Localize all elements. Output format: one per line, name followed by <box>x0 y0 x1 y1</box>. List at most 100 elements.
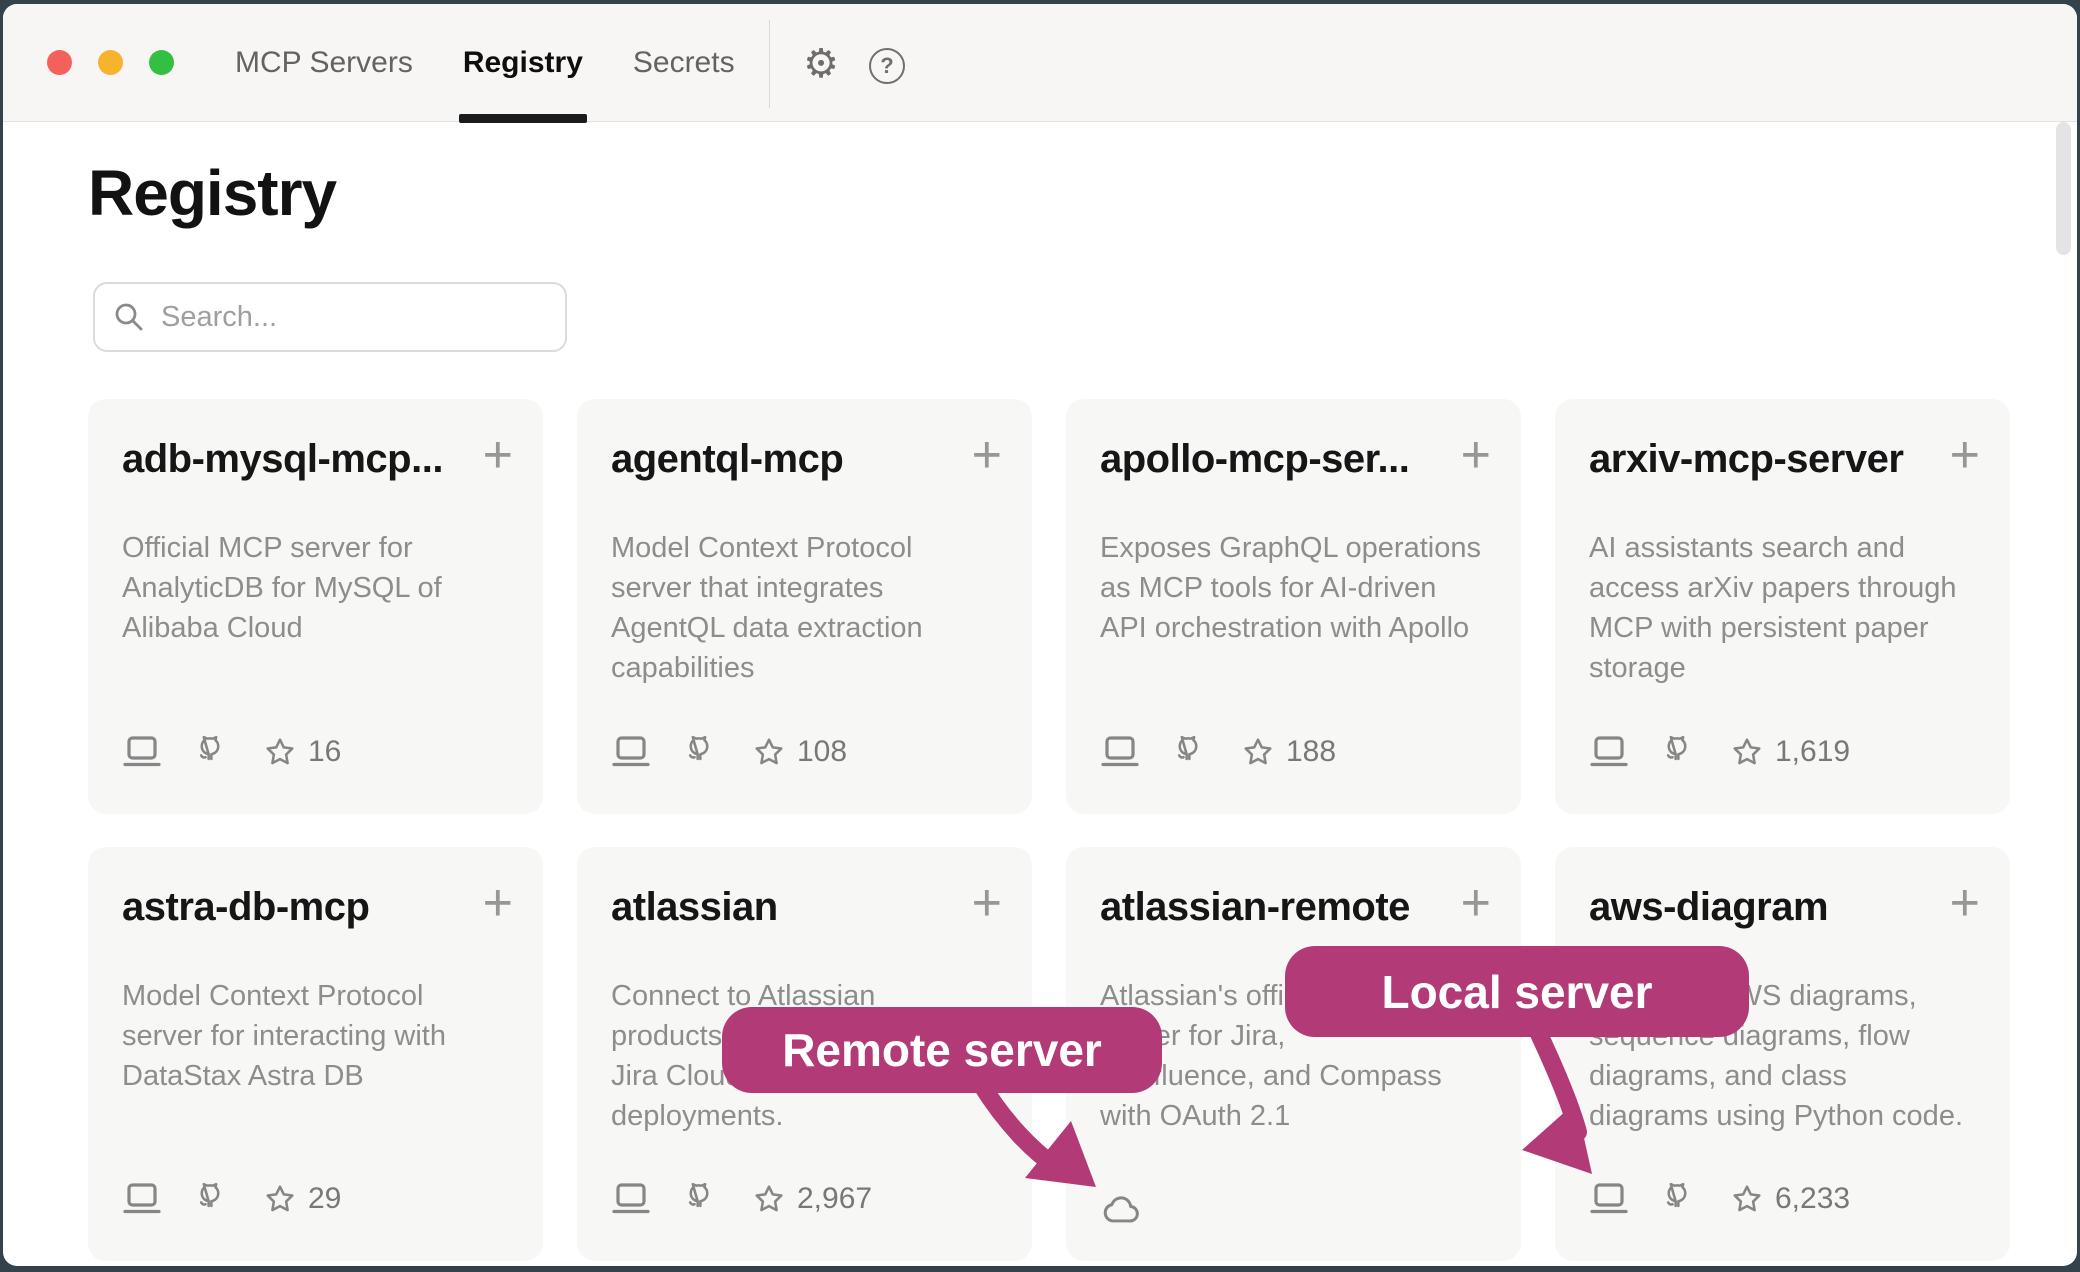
description-line: capabilities <box>611 648 1002 688</box>
search-input[interactable] <box>161 301 541 334</box>
local-server-callout: Local server <box>1285 946 1749 1037</box>
page-title: Registry <box>88 156 336 230</box>
laptop-icon <box>122 735 162 769</box>
description-line: AI assistants search and <box>1589 528 1980 568</box>
star-icon <box>1731 736 1763 768</box>
app-window: MCP Servers Registry Secrets ⚙ ? Registr… <box>3 4 2077 1266</box>
star-icon <box>264 736 296 768</box>
cloud-icon <box>1100 1193 1144 1225</box>
github-icon[interactable] <box>192 734 228 770</box>
star-icon <box>1731 1183 1763 1215</box>
description-line: API orchestration with Apollo <box>1100 608 1491 648</box>
server-stats-row <box>1100 1193 1144 1225</box>
add-server-button[interactable]: + <box>972 435 1002 475</box>
add-server-button[interactable]: + <box>1950 883 1980 923</box>
toolbar-divider <box>769 20 770 108</box>
description-line: storage <box>1589 648 1980 688</box>
server-name: atlassian <box>611 885 778 930</box>
github-icon[interactable] <box>1659 734 1695 770</box>
description-line: diagrams, and class <box>1589 1056 1980 1096</box>
description-line: Model Context Protocol <box>122 976 513 1016</box>
add-server-button[interactable]: + <box>1461 435 1491 475</box>
server-stats-row: 16 <box>122 734 341 770</box>
server-name: astra-db-mcp <box>122 885 369 930</box>
server-stats-row: 1,619 <box>1589 734 1850 770</box>
server-description: Official MCP server forAnalyticDB for My… <box>122 528 513 648</box>
github-icon[interactable] <box>1170 734 1206 770</box>
tab-mcp-servers[interactable]: MCP Servers <box>235 4 413 122</box>
server-name: arxiv-mcp-server <box>1589 437 1903 482</box>
server-name: agentql-mcp <box>611 437 843 482</box>
add-server-button[interactable]: + <box>1461 883 1491 923</box>
laptop-icon <box>611 735 651 769</box>
github-icon[interactable] <box>1659 1181 1695 1217</box>
description-line: Alibaba Cloud <box>122 608 513 648</box>
github-icon[interactable] <box>192 1181 228 1217</box>
description-line: with OAuth 2.1 <box>1100 1096 1491 1136</box>
description-line: deployments. <box>611 1096 1002 1136</box>
laptop-icon <box>1589 735 1629 769</box>
description-line: DataStax Astra DB <box>122 1056 513 1096</box>
server-description: Model Context Protocolserver that integr… <box>611 528 1002 688</box>
server-description: AI assistants search andaccess arXiv pap… <box>1589 528 1980 688</box>
add-server-button[interactable]: + <box>483 435 513 475</box>
scrollbar-thumb[interactable] <box>2056 122 2071 255</box>
server-name: adb-mysql-mcp... <box>122 437 443 482</box>
add-server-button[interactable]: + <box>483 883 513 923</box>
description-line: diagrams using Python code. <box>1589 1096 1980 1136</box>
server-stats-row: 2,967 <box>611 1181 872 1217</box>
minimize-window-button[interactable] <box>98 50 123 75</box>
description-line: MCP with persistent paper <box>1589 608 1980 648</box>
server-card: apollo-mcp-ser... + Exposes GraphQL oper… <box>1066 399 1521 814</box>
server-card: adb-mysql-mcp... + Official MCP server f… <box>88 399 543 814</box>
description-line: as MCP tools for AI-driven <box>1100 568 1491 608</box>
search-box <box>93 282 567 352</box>
description-line: Model Context Protocol <box>611 528 1002 568</box>
star-count: 2,967 <box>797 1182 872 1216</box>
help-icon[interactable]: ? <box>869 48 905 84</box>
remote-server-callout: Remote server <box>722 1007 1162 1093</box>
server-name: apollo-mcp-ser... <box>1100 437 1409 482</box>
add-server-button[interactable]: + <box>1950 435 1980 475</box>
server-stats-row: 188 <box>1100 734 1336 770</box>
server-name: atlassian-remote <box>1100 885 1410 930</box>
server-name: aws-diagram <box>1589 885 1828 930</box>
description-line: server for interacting with <box>122 1016 513 1056</box>
star-count: 16 <box>308 735 341 769</box>
description-line: AnalyticDB for MySQL of <box>122 568 513 608</box>
description-line: server that integrates <box>611 568 1002 608</box>
description-line: access arXiv papers through <box>1589 568 1980 608</box>
star-icon <box>753 1183 785 1215</box>
star-count: 29 <box>308 1182 341 1216</box>
github-icon[interactable] <box>681 1181 717 1217</box>
server-description: Model Context Protocolserver for interac… <box>122 976 513 1096</box>
close-window-button[interactable] <box>47 50 72 75</box>
gear-icon[interactable]: ⚙ <box>799 42 843 86</box>
laptop-icon <box>611 1182 651 1216</box>
laptop-icon <box>1589 1182 1629 1216</box>
star-count: 6,233 <box>1775 1182 1850 1216</box>
server-card: arxiv-mcp-server + AI assistants search … <box>1555 399 2010 814</box>
star-count: 188 <box>1286 735 1336 769</box>
title-bar: MCP Servers Registry Secrets ⚙ ? <box>3 4 2077 122</box>
server-description: Exposes GraphQL operationsas MCP tools f… <box>1100 528 1491 648</box>
description-line: Exposes GraphQL operations <box>1100 528 1491 568</box>
star-count: 1,619 <box>1775 735 1850 769</box>
server-card: aws-diagram + Generate AWS diagrams,sequ… <box>1555 847 2010 1261</box>
add-server-button[interactable]: + <box>972 883 1002 923</box>
server-card: agentql-mcp + Model Context Protocolserv… <box>577 399 1032 814</box>
description-line: Official MCP server for <box>122 528 513 568</box>
zoom-window-button[interactable] <box>149 50 174 75</box>
server-stats-row: 29 <box>122 1181 341 1217</box>
tab-secrets[interactable]: Secrets <box>633 4 735 122</box>
star-icon <box>264 1183 296 1215</box>
registry-card-grid: adb-mysql-mcp... + Official MCP server f… <box>88 399 2010 1261</box>
main-tabs: MCP Servers Registry Secrets <box>235 4 735 122</box>
github-icon[interactable] <box>681 734 717 770</box>
server-stats-row: 108 <box>611 734 847 770</box>
laptop-icon <box>122 1182 162 1216</box>
star-icon <box>753 736 785 768</box>
star-icon <box>1242 736 1274 768</box>
tab-registry[interactable]: Registry <box>463 4 583 122</box>
star-count: 108 <box>797 735 847 769</box>
